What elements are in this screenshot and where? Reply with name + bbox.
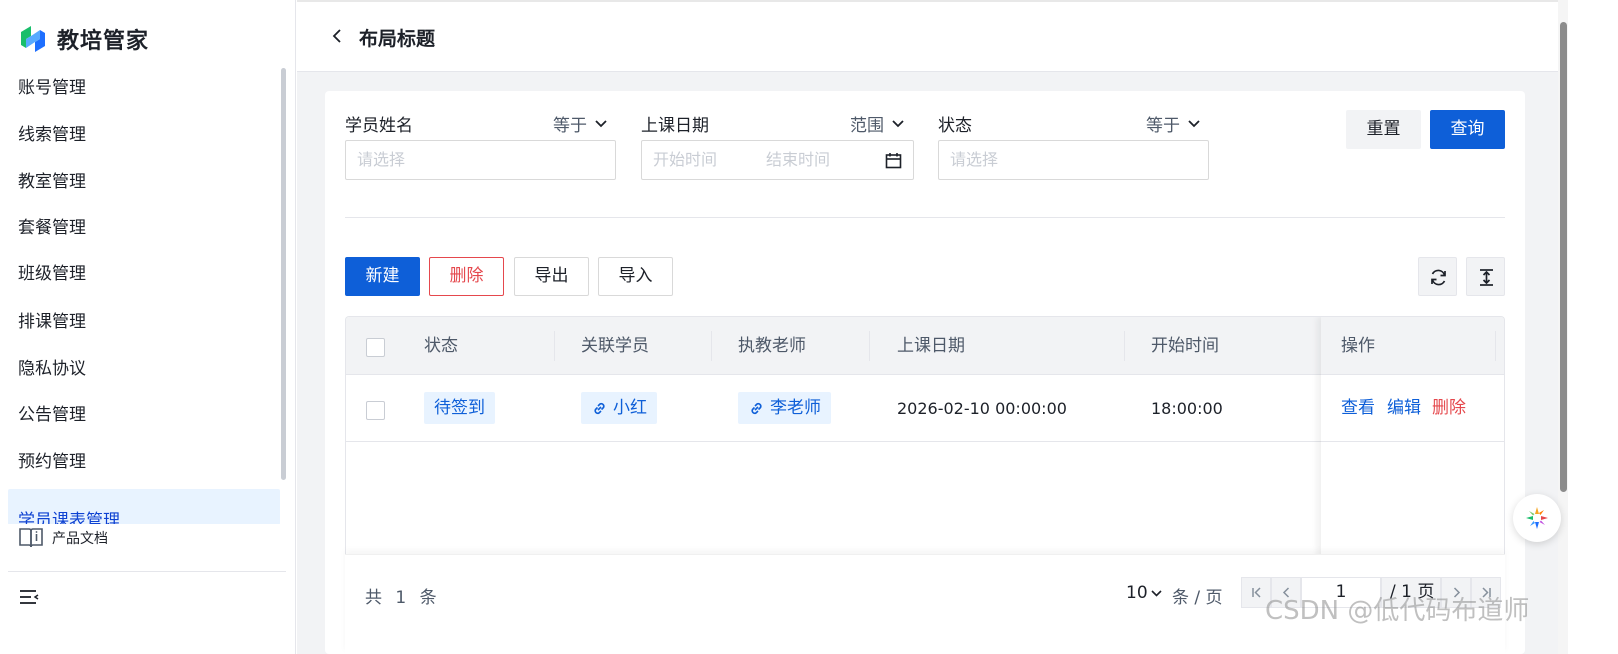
- per-page-label: 条 / 页: [1172, 588, 1223, 608]
- book-icon: [19, 528, 43, 548]
- sidebar-item-privacy[interactable]: 隐私协议: [18, 354, 86, 384]
- row-checkbox[interactable]: [366, 401, 385, 420]
- column-header-class-date[interactable]: 上课日期: [897, 317, 965, 375]
- sidebar-item-packages[interactable]: 套餐管理: [18, 213, 86, 243]
- page-size-value: 10: [1126, 583, 1148, 603]
- refresh-button[interactable]: [1418, 257, 1457, 296]
- sidebar-item-scheduling[interactable]: 排课管理: [18, 307, 86, 337]
- menu-collapse-icon[interactable]: [18, 587, 40, 607]
- content-card: 学员姓名 等于 请选择 上课日期 范围 开始时间 结束时间 状态 等于 请选择 …: [325, 91, 1525, 654]
- assistant-icon: [1526, 507, 1548, 529]
- operator-text: 等于: [1146, 116, 1180, 136]
- sidebar: 教培管家 账号管理 线索管理 教室管理 套餐管理 班级管理 排课管理 隐私协议 …: [0, 0, 296, 654]
- column-header-start-time[interactable]: 开始时间: [1151, 317, 1219, 375]
- status-badge: 待签到: [424, 392, 495, 424]
- chevron-down-icon: [1151, 589, 1162, 597]
- date-end-placeholder: 结束时间: [766, 150, 831, 169]
- view-link[interactable]: 查看: [1341, 375, 1375, 442]
- sidebar-divider: [8, 571, 286, 572]
- filter-divider: [345, 217, 1505, 218]
- operator-text: 范围: [850, 116, 884, 136]
- chevron-down-icon: [892, 119, 904, 127]
- column-header-student[interactable]: 关联学员: [581, 317, 649, 375]
- sidebar-menu: 账号管理 线索管理 教室管理 套餐管理 班级管理 排课管理 隐私协议 公告管理 …: [0, 66, 282, 524]
- logo-icon: [21, 26, 45, 52]
- link-icon: [751, 402, 762, 414]
- sidebar-item-accounts[interactable]: 账号管理: [18, 73, 86, 103]
- sidebar-item-announcements[interactable]: 公告管理: [18, 400, 86, 430]
- column-separator[interactable]: [711, 331, 712, 361]
- back-arrow-icon[interactable]: [329, 28, 345, 44]
- page-title: 布局标题: [359, 28, 436, 50]
- filter-status-label: 状态: [938, 116, 972, 136]
- actions-cell: 查看 编辑 删除: [1321, 375, 1504, 442]
- column-separator[interactable]: [1495, 331, 1496, 361]
- total-count: 共 1 条: [365, 588, 441, 608]
- import-button[interactable]: 导入: [598, 257, 673, 296]
- column-separator[interactable]: [1124, 331, 1125, 361]
- product-docs-link[interactable]: 产品文档: [18, 525, 108, 551]
- filter-status-select[interactable]: 请选择: [938, 140, 1209, 180]
- status-text: 待签到: [434, 398, 485, 418]
- delete-button[interactable]: 删除: [429, 257, 504, 296]
- column-header-teacher[interactable]: 执教老师: [738, 317, 806, 375]
- operator-text: 等于: [553, 116, 587, 136]
- column-separator[interactable]: [554, 331, 555, 361]
- teacher-name: 李老师: [770, 398, 821, 418]
- app-logo[interactable]: 教培管家: [18, 24, 149, 54]
- sidebar-item-classrooms[interactable]: 教室管理: [18, 167, 86, 197]
- class-date-cell: 2026-02-10 00:00:00: [897, 399, 1067, 418]
- page-scrollbar-thumb[interactable]: [1560, 22, 1567, 492]
- filter-student-name-operator[interactable]: 等于: [553, 111, 607, 136]
- column-separator[interactable]: [869, 331, 870, 361]
- app-name: 教培管家: [57, 29, 150, 54]
- chevron-down-icon: [1188, 119, 1200, 127]
- edit-link[interactable]: 编辑: [1387, 375, 1421, 442]
- sidebar-scrollbar[interactable]: [281, 68, 286, 480]
- row-height-button[interactable]: [1466, 257, 1505, 296]
- date-start-placeholder: 开始时间: [653, 150, 718, 169]
- sidebar-item-reservations[interactable]: 预约管理: [18, 447, 86, 477]
- sidebar-item-leads[interactable]: 线索管理: [18, 120, 86, 150]
- filter-student-name-label: 学员姓名: [345, 116, 413, 136]
- watermark-text: CSDN @低代码布道师: [1265, 596, 1530, 626]
- column-header-status[interactable]: 状态: [424, 317, 458, 375]
- first-page-icon: [1252, 587, 1261, 598]
- sidebar-item-student-schedule[interactable]: 学员课表管理: [8, 489, 280, 524]
- student-link[interactable]: 小红: [581, 392, 657, 424]
- filter-status-operator[interactable]: 等于: [1146, 111, 1200, 136]
- chevron-down-icon: [595, 119, 607, 127]
- main-area: 布局标题 学员姓名 等于 请选择 上课日期 范围 开始时间 结束时间 状态 等于…: [297, 0, 1558, 654]
- product-docs-label: 产品文档: [52, 531, 108, 547]
- refresh-icon: [1431, 269, 1446, 286]
- search-button[interactable]: 查询: [1430, 110, 1505, 149]
- student-name: 小红: [613, 398, 647, 418]
- calendar-icon: [885, 153, 902, 169]
- export-button[interactable]: 导出: [514, 257, 589, 296]
- page-header: 布局标题: [297, 0, 1558, 72]
- filter-class-date-range[interactable]: 开始时间 结束时间: [641, 140, 914, 180]
- floating-assistant-button[interactable]: [1513, 494, 1561, 542]
- link-icon: [594, 402, 605, 414]
- delete-row-link[interactable]: 删除: [1432, 375, 1466, 442]
- actions-header-cell: 操作: [1321, 317, 1504, 375]
- select-all-checkbox[interactable]: [366, 338, 385, 357]
- column-height-icon: [1480, 269, 1493, 286]
- filter-student-name-select[interactable]: 请选择: [345, 140, 616, 180]
- start-time-cell: 18:00:00: [1151, 399, 1223, 418]
- sidebar-item-classes[interactable]: 班级管理: [18, 259, 86, 289]
- filter-class-date-operator[interactable]: 范围: [850, 111, 904, 136]
- teacher-link[interactable]: 李老师: [738, 392, 831, 424]
- column-header-actions: 操作: [1341, 336, 1375, 356]
- reset-button[interactable]: 重置: [1346, 110, 1421, 149]
- page-size-select[interactable]: 10: [1126, 583, 1162, 603]
- filter-class-date-label: 上课日期: [641, 116, 709, 136]
- new-button[interactable]: 新建: [345, 257, 420, 296]
